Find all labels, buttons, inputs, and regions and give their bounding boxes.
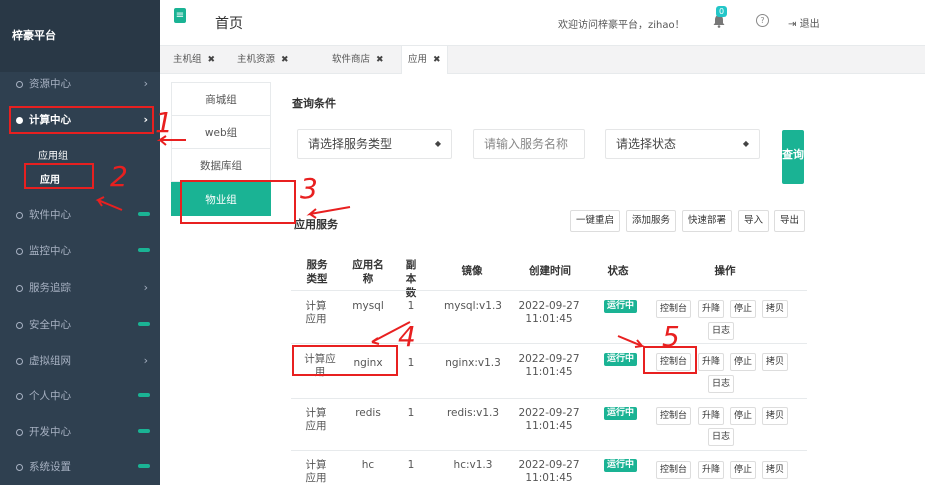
annotation-arrows	[95, 135, 646, 348]
annotation-number: 3	[300, 172, 318, 205]
annotation-number: 2	[110, 160, 128, 193]
annotation-number: 5	[662, 320, 680, 353]
annotation-number: 1	[155, 106, 173, 139]
annotation-number: 4	[398, 320, 416, 353]
